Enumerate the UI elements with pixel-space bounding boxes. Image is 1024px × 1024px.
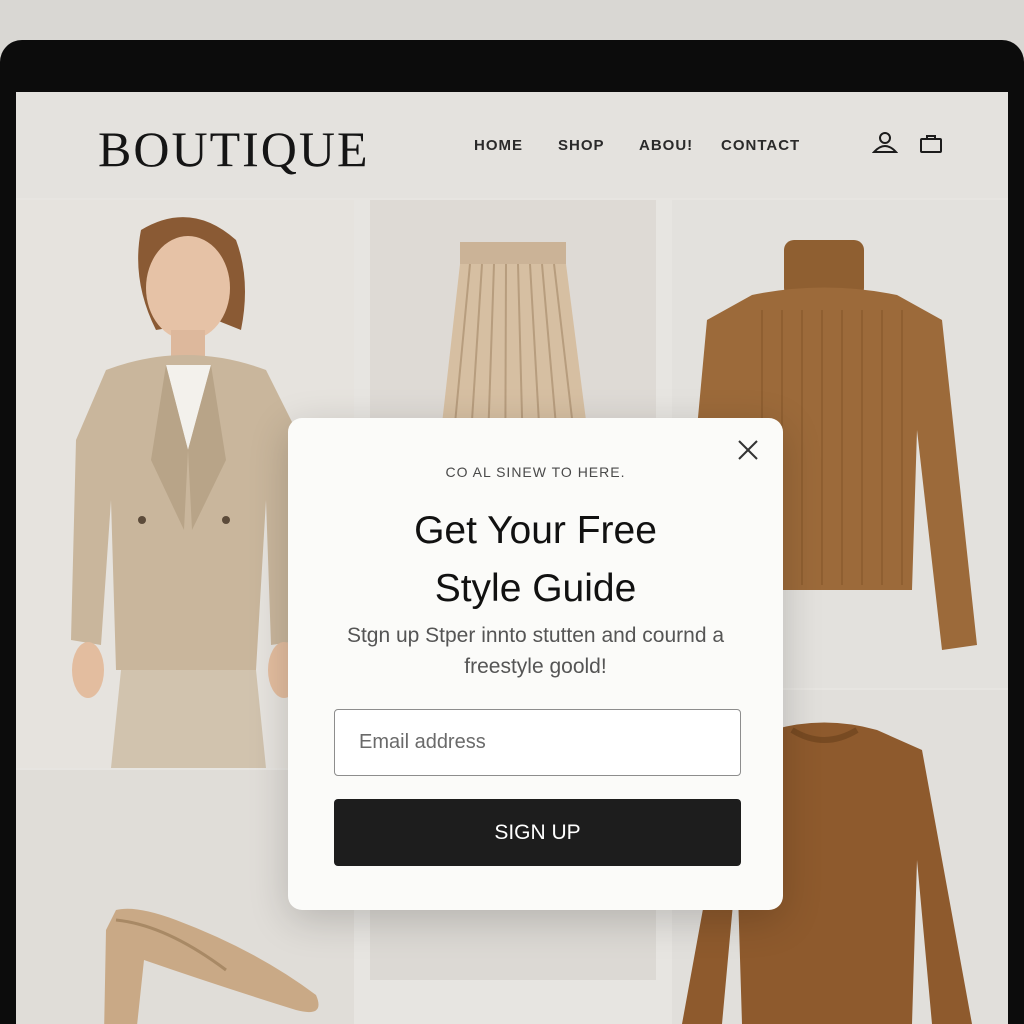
signup-button[interactable]: SIGN UP [334,799,741,866]
brand-logo[interactable]: BOUTIQUE [98,120,370,178]
cart-icon[interactable] [918,130,944,156]
site-header: BOUTIQUE HOME SHOP ABOU! CONTACT [16,92,1008,198]
nav-about[interactable]: ABOU! [639,137,693,154]
nav-contact[interactable]: CONTACT [721,137,800,154]
modal-subtitle: Stgn up Stper innto stutten and cournd a… [346,624,725,678]
close-icon[interactable] [736,438,760,462]
modal-eyebrow: CO AL SINEW TO HERE. [445,464,626,480]
nav-home[interactable]: HOME [474,137,523,154]
email-input[interactable] [334,709,741,776]
nav-shop[interactable]: SHOP [558,137,605,154]
modal-title: Get Your Free Style Guide [414,509,657,610]
account-icon[interactable] [871,130,899,156]
newsletter-modal: CO AL SINEW TO HERE. Get Your Free Style… [288,418,783,910]
